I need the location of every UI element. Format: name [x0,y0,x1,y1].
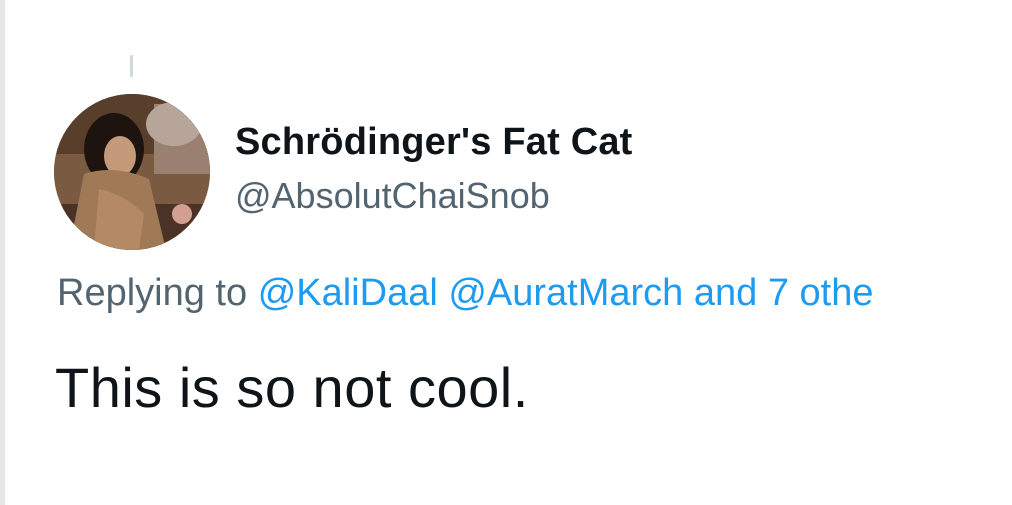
replying-to-line: Replying to @KaliDaal @AuratMarch and 7 … [57,272,1012,315]
thread-connector-line [130,55,133,77]
avatar[interactable] [54,94,210,250]
left-edge-border [0,0,5,505]
mention-kalidaal-link[interactable]: @KaliDaal [258,272,438,314]
tweet-text: This is so not cool. [55,356,529,419]
avatar-photo [54,94,210,250]
display-name[interactable]: Schrödinger's Fat Cat [235,121,633,164]
mention-auratmarch-link[interactable]: @AuratMarch [448,272,683,314]
user-handle[interactable]: @AbsolutChaiSnob [235,175,550,217]
replying-to-label: Replying to [57,272,248,314]
and-others-link[interactable]: and 7 othe [694,272,874,314]
